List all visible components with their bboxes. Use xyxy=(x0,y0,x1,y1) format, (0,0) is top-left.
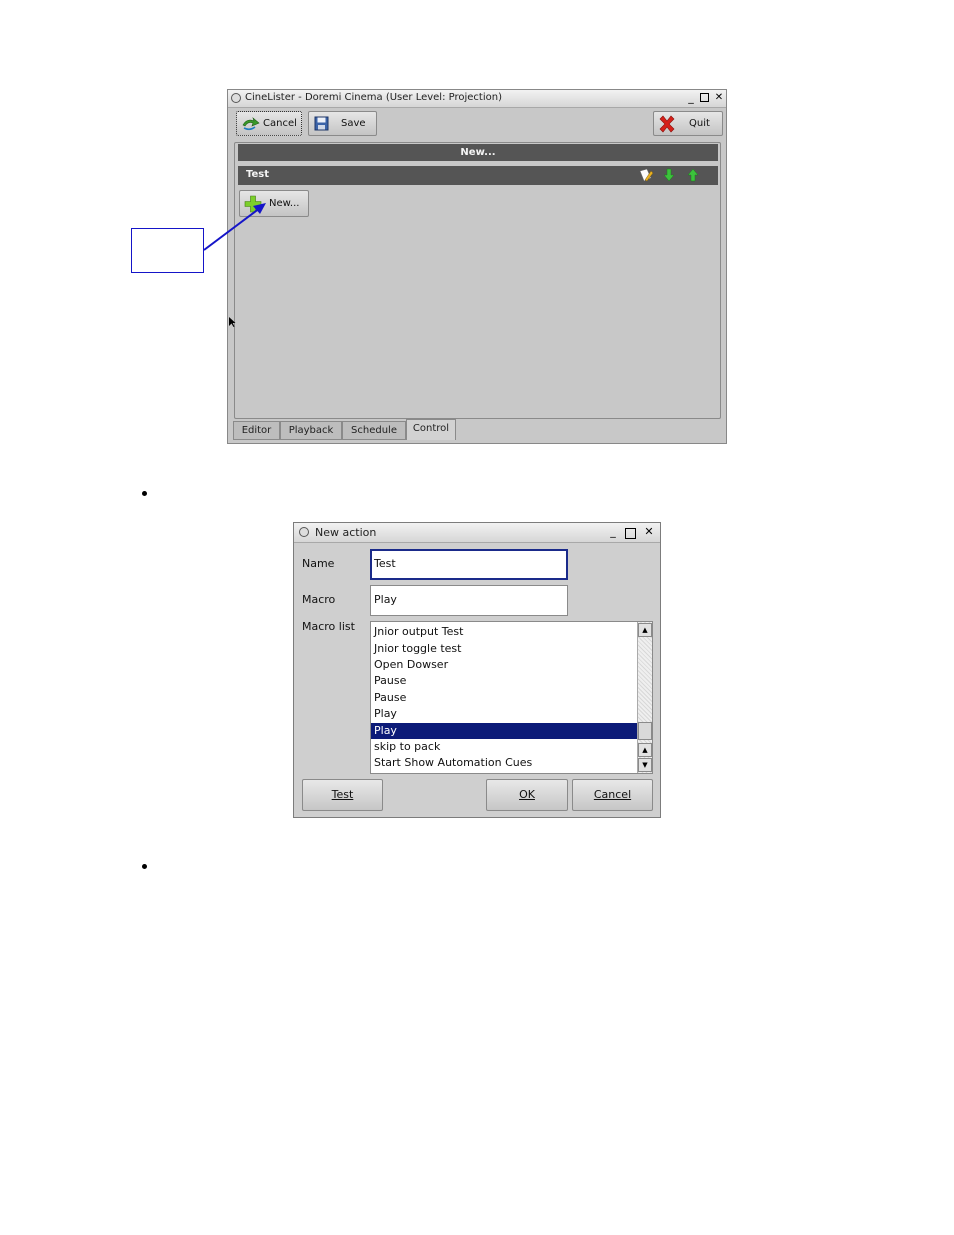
dialog-title: New action xyxy=(315,526,377,539)
save-button[interactable]: Save xyxy=(308,111,377,136)
macro-list[interactable]: Jnior output Test Jnior toggle test Open… xyxy=(370,621,653,774)
maximize-button[interactable] xyxy=(625,528,636,539)
save-label: Save xyxy=(341,118,366,129)
bullet-point xyxy=(142,864,147,869)
macro-list-label: Macro list xyxy=(302,620,355,633)
dialog-title-bar[interactable]: New action _ ✕ xyxy=(294,523,660,543)
cancel-button[interactable]: Cancel xyxy=(236,111,302,136)
list-item[interactable]: Jnior toggle test xyxy=(371,641,638,657)
move-down-arrow-icon[interactable] xyxy=(662,168,676,183)
app-icon xyxy=(231,93,241,103)
bullet-point xyxy=(142,491,147,496)
callout-box xyxy=(131,228,204,273)
test-button-label: Test xyxy=(331,788,354,801)
quit-button[interactable]: Quit xyxy=(653,111,723,136)
tab-editor[interactable]: Editor xyxy=(233,421,280,440)
list-item[interactable]: Play xyxy=(371,706,638,722)
tab-playback[interactable]: Playback xyxy=(280,421,342,440)
test-button[interactable]: Test xyxy=(302,779,383,811)
window-title: CineLister - Doremi Cinema (User Level: … xyxy=(245,92,502,103)
name-field[interactable]: Test xyxy=(370,549,568,580)
action-row[interactable]: Test xyxy=(238,166,718,185)
scroll-up-arrow-icon[interactable]: ▲ xyxy=(638,623,652,637)
cancel-button-label: Cancel xyxy=(593,788,632,801)
list-item[interactable]: Pause xyxy=(371,673,638,689)
list-item-selected[interactable]: Play xyxy=(371,723,638,739)
scrollbar-thumb[interactable] xyxy=(638,722,652,740)
scroll-down-arrow-icon[interactable]: ▼ xyxy=(638,758,652,772)
mouse-pointer-icon xyxy=(229,317,236,327)
ok-button-label: OK xyxy=(519,788,535,801)
red-x-icon xyxy=(659,115,675,133)
edit-icon[interactable] xyxy=(638,168,654,183)
tab-schedule[interactable]: Schedule xyxy=(342,421,406,440)
close-button[interactable]: ✕ xyxy=(713,92,725,104)
quit-label: Quit xyxy=(689,118,710,129)
ok-button[interactable]: OK xyxy=(486,779,568,811)
macro-label: Macro xyxy=(302,593,336,606)
dialog-cancel-button[interactable]: Cancel xyxy=(572,779,653,811)
scroll-up-arrow-icon[interactable]: ▲ xyxy=(638,743,652,757)
list-item[interactable]: Open Dowser xyxy=(371,657,638,673)
cinelister-window: CineLister - Doremi Cinema (User Level: … xyxy=(227,89,727,444)
list-item[interactable]: Jnior output Test xyxy=(371,624,638,640)
panel-header: New... xyxy=(238,144,718,161)
new-action-dialog: New action _ ✕ Name Test Macro Play Macr… xyxy=(293,522,661,818)
macro-field[interactable]: Play xyxy=(370,585,568,616)
list-item[interactable]: Start Show Automation Cues xyxy=(371,755,638,771)
cancel-label: Cancel xyxy=(263,118,297,129)
name-label: Name xyxy=(302,557,335,570)
minimize-button[interactable]: _ xyxy=(685,92,697,104)
title-bar[interactable]: CineLister - Doremi Cinema (User Level: … xyxy=(228,90,726,108)
list-item[interactable]: Pause xyxy=(371,690,638,706)
action-name: Test xyxy=(246,169,270,180)
close-button[interactable]: ✕ xyxy=(643,526,655,538)
move-up-arrow-icon[interactable] xyxy=(686,168,700,183)
list-item[interactable]: skip to pack xyxy=(371,739,638,755)
callout-arrow xyxy=(203,203,266,251)
maximize-button[interactable] xyxy=(700,93,709,102)
macro-list-scrollbar[interactable]: ▲ ▲ ▼ xyxy=(637,622,652,773)
floppy-disk-icon xyxy=(314,116,329,131)
tab-control[interactable]: Control xyxy=(406,419,456,440)
app-icon xyxy=(299,527,309,537)
minimize-button[interactable]: _ xyxy=(607,526,619,538)
undo-arrow-icon xyxy=(242,117,260,131)
